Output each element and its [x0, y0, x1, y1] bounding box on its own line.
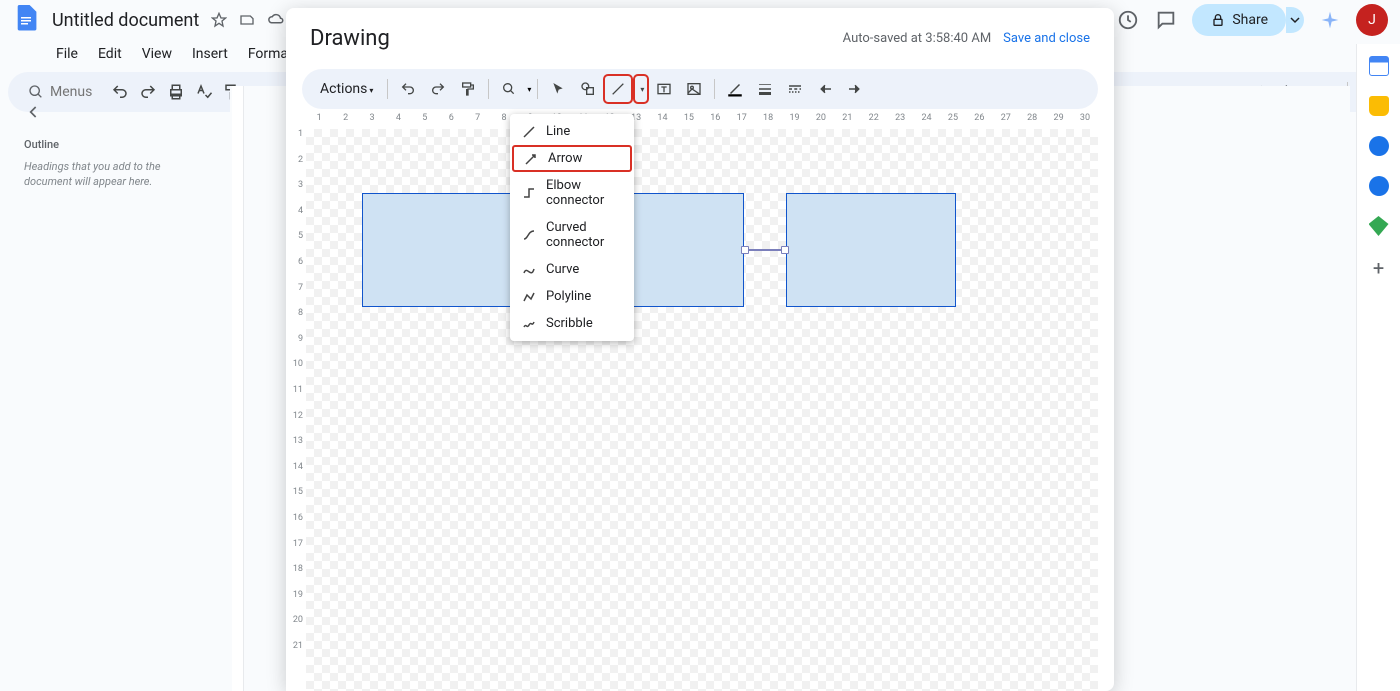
menu-item-curved[interactable]: Curved connector — [510, 214, 634, 256]
redo-button[interactable] — [424, 75, 452, 103]
curved-connector-icon — [522, 228, 536, 242]
horizontal-ruler: 1234567891011121314151617181920212223242… — [306, 113, 1098, 129]
drawing-canvas[interactable] — [306, 129, 1098, 691]
line-end-button[interactable] — [841, 75, 869, 103]
outline-panel: Outline Headings that you add to the doc… — [12, 90, 222, 202]
menu-insert[interactable]: Insert — [184, 42, 236, 66]
scribble-icon — [522, 317, 536, 331]
outline-back-icon[interactable] — [24, 102, 48, 126]
share-dropdown-icon[interactable] — [1286, 7, 1304, 33]
undo-button[interactable] — [394, 75, 422, 103]
line-tool[interactable] — [604, 75, 632, 103]
line-type-menu: Line Arrow Elbow connector Curved connec… — [510, 114, 634, 341]
docs-app-icon[interactable] — [12, 4, 44, 36]
shape-tool[interactable] — [574, 75, 602, 103]
zoom-button[interactable] — [495, 75, 523, 103]
menu-view[interactable]: View — [134, 42, 180, 66]
vertical-ruler: 123456789101112131415161718192021 — [286, 113, 306, 691]
shape-rectangle[interactable] — [786, 193, 956, 307]
document-title[interactable]: Untitled document — [52, 10, 199, 31]
line-start-button[interactable] — [811, 75, 839, 103]
tasks-addon-icon[interactable] — [1369, 136, 1389, 156]
star-icon[interactable] — [211, 12, 227, 28]
move-icon[interactable] — [239, 12, 255, 28]
line-dash-button[interactable] — [781, 75, 809, 103]
elbow-connector-icon — [522, 186, 536, 200]
zoom-dropdown[interactable]: ▾ — [527, 85, 531, 94]
document-vertical-ruler — [232, 86, 244, 691]
menu-item-line[interactable]: Line — [510, 118, 634, 145]
dialog-title: Drawing — [310, 26, 390, 51]
line-tool-dropdown[interactable]: ▾ — [634, 75, 648, 103]
text-box-tool[interactable] — [650, 75, 678, 103]
contacts-addon-icon[interactable] — [1369, 176, 1389, 196]
menu-item-arrow[interactable]: Arrow — [512, 145, 632, 172]
polyline-icon — [522, 290, 536, 304]
menu-item-curve[interactable]: Curve — [510, 256, 634, 283]
line-weight-button[interactable] — [751, 75, 779, 103]
actions-menu[interactable]: Actions▾ — [312, 77, 381, 101]
side-panel: + — [1356, 44, 1400, 691]
lock-icon — [1210, 12, 1226, 28]
history-icon[interactable] — [1116, 8, 1140, 32]
menu-edit[interactable]: Edit — [90, 42, 130, 66]
comments-icon[interactable] — [1154, 8, 1178, 32]
calendar-addon-icon[interactable] — [1369, 56, 1389, 76]
menu-item-scribble[interactable]: Scribble — [510, 310, 634, 337]
share-button[interactable]: Share — [1192, 4, 1286, 36]
connector-line[interactable] — [744, 249, 786, 251]
autosave-status: Auto-saved at 3:58:40 AM — [843, 31, 992, 46]
curve-icon — [522, 263, 536, 277]
keep-addon-icon[interactable] — [1369, 96, 1389, 116]
line-icon — [522, 125, 536, 139]
paint-format-button[interactable] — [454, 75, 482, 103]
select-tool[interactable] — [544, 75, 572, 103]
share-label: Share — [1232, 12, 1268, 28]
save-and-close-button[interactable]: Save and close — [1003, 31, 1090, 46]
gemini-icon[interactable] — [1318, 8, 1342, 32]
shape-rectangle[interactable] — [362, 193, 532, 307]
image-tool[interactable] — [680, 75, 708, 103]
outline-hint: Headings that you add to the document wi… — [24, 159, 210, 190]
get-addons-icon[interactable]: + — [1373, 256, 1384, 280]
maps-addon-icon[interactable] — [1369, 216, 1389, 236]
drawing-dialog: Drawing Auto-saved at 3:58:40 AM Save an… — [286, 8, 1114, 691]
menu-item-polyline[interactable]: Polyline — [510, 283, 634, 310]
menu-item-elbow[interactable]: Elbow connector — [510, 172, 634, 214]
line-color-button[interactable] — [721, 75, 749, 103]
user-avatar[interactable]: J — [1356, 4, 1388, 36]
cloud-status-icon[interactable] — [267, 12, 283, 28]
menu-file[interactable]: File — [48, 42, 86, 66]
arrow-icon — [524, 152, 538, 166]
outline-title: Outline — [24, 138, 210, 151]
drawing-toolbar: Actions▾ ▾ ▾ — [302, 69, 1098, 109]
